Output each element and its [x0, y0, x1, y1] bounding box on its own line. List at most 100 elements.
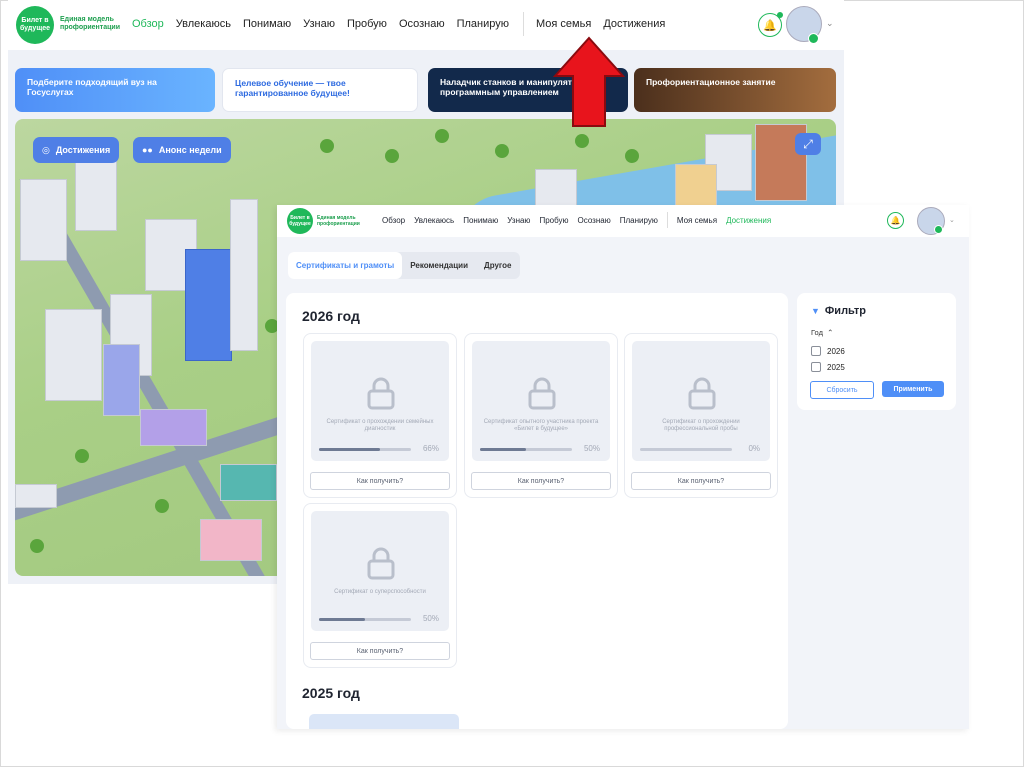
year-group-label: Год [811, 328, 823, 337]
certificate-caption: Сертификат опытного участника проекта «Б… [483, 419, 599, 432]
filter-title-label: Фильтр [824, 305, 866, 317]
tree-illustration [320, 139, 334, 153]
logo-subtitle: Единая модель профориентации [317, 215, 360, 227]
building-illustration [20, 179, 67, 261]
red-arrow-pointer [553, 36, 625, 127]
achievements-pill-label: Достижения [55, 145, 111, 155]
checkbox[interactable] [811, 346, 821, 356]
how-to-get-button[interactable]: Как получить? [471, 472, 611, 490]
certificate-caption: Сертификат о прохождении семейных диагно… [326, 419, 434, 432]
progress-bar [640, 448, 732, 451]
how-to-get-button[interactable]: Как получить? [631, 472, 771, 490]
notification-dot [777, 12, 783, 18]
lock-icon [528, 377, 556, 410]
year-group-toggle[interactable]: Год ⌃ [811, 328, 833, 337]
certificate-caption: Сертификат о прохождении профессионально… [662, 419, 740, 432]
certificate-card: Сертификат о прохождении профессионально… [624, 333, 778, 498]
logo-badge[interactable]: Билет в будущее [16, 6, 54, 44]
reset-button[interactable]: Сбросить [810, 381, 874, 399]
logo-subtitle: Единая модель профориентации [60, 16, 121, 31]
achievements-pill-button[interactable]: ◎ Достижения [33, 137, 120, 163]
funnel-icon: ▼ [811, 306, 820, 316]
gamepad-icon: ●● [142, 145, 153, 155]
tree-illustration [435, 129, 449, 143]
nav-item-learn[interactable]: Узнаю [507, 216, 530, 228]
progress-bar [319, 618, 411, 621]
certificate-placeholder: Сертификат о прохождении профессионально… [632, 341, 770, 461]
how-to-get-button[interactable]: Как получить? [310, 642, 450, 660]
main-nav: Обзор Увлекаюсь Понимаю Узнаю Пробую Осо… [382, 212, 780, 228]
nav-item-achievements[interactable]: Достижения [726, 216, 771, 228]
banner-career-lesson[interactable]: Профориентационное занятие [634, 68, 836, 112]
bell-icon[interactable]: 🔔 [887, 212, 904, 229]
building-illustration [535, 169, 577, 206]
nav-item-understand[interactable]: Понимаю [243, 18, 291, 36]
nav-item-overview[interactable]: Обзор [382, 216, 405, 228]
apply-button[interactable]: Применить [882, 381, 944, 397]
nav-item-realize[interactable]: Осознаю [399, 18, 445, 36]
certificate-placeholder: Сертификат о прохождении семейных диагно… [311, 341, 449, 461]
avatar-status-badge [934, 225, 943, 234]
banner-target-education[interactable]: Целевое обучение — твое гарантированное … [222, 68, 418, 112]
nav-item-understand[interactable]: Понимаю [463, 216, 498, 228]
how-to-get-button[interactable]: Как получить? [310, 472, 450, 490]
tower-illustration [185, 249, 232, 361]
bell-icon[interactable]: 🔔 [758, 12, 783, 37]
tree-illustration [575, 134, 589, 148]
foreground-header: Билет в будущее Единая модель профориент… [277, 205, 969, 237]
building-illustration [220, 464, 277, 501]
nav-item-hobby[interactable]: Увлекаюсь [176, 18, 231, 36]
chevron-down-icon[interactable]: ⌄ [949, 216, 955, 224]
background-header: Билет в будущее Единая модель профориент… [8, 0, 844, 50]
certificate-card: Сертификат о суперспособности 50% Как по… [303, 503, 457, 668]
checkbox[interactable] [811, 362, 821, 372]
tree-illustration [155, 499, 169, 513]
building-illustration [103, 344, 140, 416]
lock-icon [367, 547, 395, 580]
nav-divider [666, 212, 668, 228]
tree-illustration [495, 144, 509, 158]
nav-item-realize[interactable]: Осознаю [578, 216, 611, 228]
year-option-2025[interactable]: 2025 [811, 362, 845, 372]
nav-item-plan[interactable]: Планирую [457, 18, 509, 36]
tab-other[interactable]: Другое [476, 252, 520, 279]
expand-icon[interactable]: ⤢ [795, 133, 821, 155]
weekly-announcement-label: Анонс недели [158, 145, 222, 155]
progress-percent: 66% [422, 444, 439, 453]
certificate-caption: Сертификат о суперспособности [334, 589, 426, 595]
banner-gosuslugi[interactable]: Подберите подходящий вуз на Госуслугах [15, 68, 215, 112]
year-option-2026[interactable]: 2026 [811, 346, 845, 356]
nav-item-learn[interactable]: Узнаю [303, 18, 335, 36]
certificate-card: Сертификат о прохождении семейных диагно… [303, 333, 457, 498]
nav-item-try[interactable]: Пробую [347, 18, 387, 36]
building-illustration [140, 409, 207, 446]
filter-title: ▼ Фильтр [811, 305, 866, 317]
tree-illustration [30, 539, 44, 553]
nav-item-overview[interactable]: Обзор [132, 18, 164, 36]
nav-item-hobby[interactable]: Увлекаюсь [414, 216, 454, 228]
chevron-down-icon[interactable]: ⌄ [826, 18, 834, 29]
achievement-tabs: Сертификаты и грамоты Рекомендации Друго… [288, 252, 520, 279]
tab-certificates[interactable]: Сертификаты и грамоты [288, 252, 403, 279]
tab-recommendations[interactable]: Рекомендации [402, 252, 476, 279]
nav-item-plan[interactable]: Планирую [620, 216, 658, 228]
building-illustration [675, 164, 717, 211]
building-illustration [200, 519, 262, 561]
tree-illustration [625, 149, 639, 163]
nav-item-family[interactable]: Моя семья [536, 18, 591, 36]
certificate-placeholder: Сертификат опытного участника проекта «Б… [472, 341, 610, 461]
nav-item-family[interactable]: Моя семья [677, 216, 717, 228]
medal-icon: ◎ [42, 144, 50, 155]
progress-percent: 0% [748, 444, 760, 453]
nav-item-achievements[interactable]: Достижения [603, 18, 665, 36]
certificate-placeholder: Сертификат о суперспособности 50% [311, 511, 449, 631]
weekly-announcement-pill-button[interactable]: ●● Анонс недели [133, 137, 231, 163]
logo-badge[interactable]: Билет в будущее [287, 208, 313, 234]
year-option-label: 2026 [827, 346, 845, 356]
nav-item-try[interactable]: Пробую [539, 216, 568, 228]
filter-panel: ▼ Фильтр Год ⌃ 2026 2025 Сбросить Примен… [797, 293, 956, 410]
progress-bar [480, 448, 572, 451]
progress-percent: 50% [422, 614, 439, 623]
building-illustration [75, 159, 117, 231]
lock-icon [367, 377, 395, 410]
